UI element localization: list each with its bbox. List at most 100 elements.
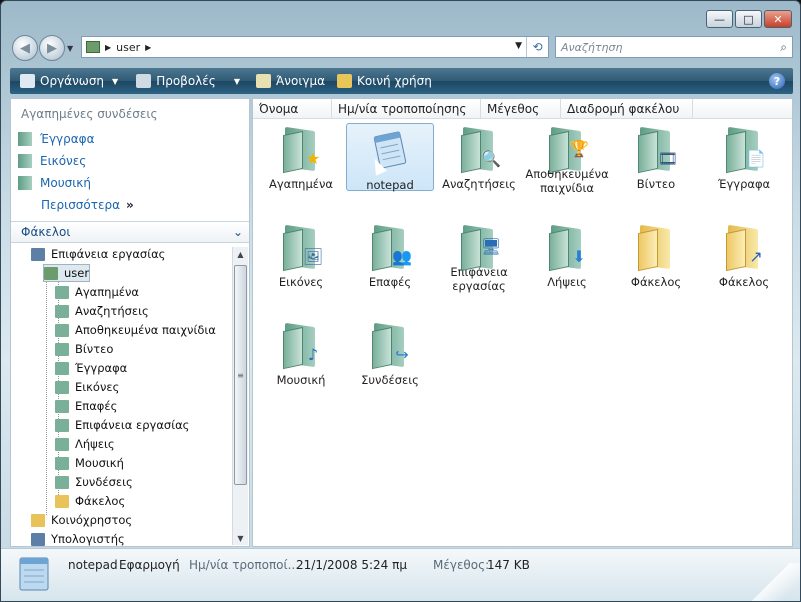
tree-item[interactable]: Αναζητήσεις: [55, 302, 149, 320]
column-size[interactable]: Μέγεθος: [481, 99, 561, 118]
breadcrumb-user[interactable]: user: [116, 41, 140, 54]
forward-button[interactable]: ▶: [39, 35, 65, 61]
share-button[interactable]: Κοινή χρήση: [337, 68, 432, 94]
tree-item[interactable]: Εικόνες: [55, 378, 119, 396]
chevron-down-icon[interactable]: ⌄: [233, 225, 243, 239]
search-icon[interactable]: ⌕: [780, 40, 787, 55]
tree-item[interactable]: Επαφές: [55, 397, 117, 415]
refresh-icon: ⟲: [532, 40, 543, 54]
music-folder-icon: ♪: [279, 322, 323, 370]
tree-item-label: Εικόνες: [75, 380, 120, 394]
file-item-label: notepad: [366, 178, 414, 192]
file-item[interactable]: 🔍 Αναζητήσεις: [435, 123, 523, 195]
search-box[interactable]: Αναζήτηση ⌕: [555, 36, 793, 58]
explorer-window: — □ ✕ ◀ ▶ ▼ ▶ user ▶ ▼ ⟲ Αναζήτηση ⌕ Οργ…: [0, 0, 801, 602]
address-dropdown-icon[interactable]: ▼: [515, 41, 522, 51]
maximize-button[interactable]: □: [735, 10, 762, 28]
badge-icon: 🏆: [569, 139, 589, 158]
back-button[interactable]: ◀: [12, 35, 38, 61]
file-item[interactable]: ★ Αγαπημένα: [257, 123, 345, 195]
help-icon: ?: [773, 74, 781, 88]
favorite-link-pictures[interactable]: Εικόνες: [18, 154, 86, 168]
tree-item[interactable]: Μουσική: [55, 454, 124, 472]
tree-item-label: Έγγραφα: [75, 361, 128, 375]
favorite-link-label: Μουσική: [40, 176, 91, 190]
back-arrow-icon: ◀: [20, 40, 30, 56]
tree-item[interactable]: Επιφάνεια εργασίας: [55, 416, 189, 434]
tree-item[interactable]: Φάκελος: [55, 492, 125, 510]
favorite-link-music[interactable]: Μουσική: [18, 176, 91, 190]
file-item[interactable]: 📄 Έγγραφα: [700, 123, 788, 195]
tree-item[interactable]: Λήψεις: [55, 435, 115, 453]
favorite-links-header: Αγαπημένες συνδέσεις: [21, 107, 158, 121]
resize-grip[interactable]: [740, 563, 800, 601]
desktop-folder-icon: 🖥: [457, 224, 501, 272]
more-links-label: Περισσότερα: [41, 198, 120, 212]
tree-item[interactable]: Επιφάνεια εργασίας: [31, 245, 165, 263]
tree-item[interactable]: Βίντεο: [55, 340, 113, 358]
more-links[interactable]: Περισσότερα »: [41, 198, 134, 212]
badge-icon: ↗: [749, 247, 763, 266]
help-button[interactable]: ?: [769, 73, 785, 89]
file-item[interactable]: Φάκελος: [612, 221, 700, 293]
tree-item[interactable]: Αποθηκευμένα παιχνίδια: [55, 321, 216, 339]
file-item[interactable]: 🏆 Αποθηκευμένα παιχνίδια: [523, 123, 611, 195]
tree-item[interactable]: user: [43, 264, 91, 282]
file-item-label: Μουσική: [276, 373, 326, 387]
double-chevron-icon: »: [125, 198, 134, 212]
file-item[interactable]: notepad: [346, 123, 434, 192]
breadcrumb-separator-icon[interactable]: ▶: [145, 43, 151, 52]
tree-item[interactable]: Συνδέσεις: [55, 473, 133, 491]
file-item[interactable]: ⬇ Λήψεις: [523, 221, 611, 293]
minimize-button[interactable]: —: [706, 10, 733, 28]
refresh-button[interactable]: ⟲: [526, 37, 548, 57]
tree-item-label: Κοινόχρηστος: [51, 513, 133, 527]
file-item[interactable]: 🖼 Εικόνες: [257, 221, 345, 293]
file-item[interactable]: 🎞 Βίντεο: [612, 123, 700, 195]
folder-tree-scrollbar[interactable]: ▲ ≡ ▼: [232, 247, 248, 545]
file-item-label: Επαφές: [368, 275, 412, 289]
close-button[interactable]: ✕: [764, 10, 792, 28]
favorite-link-documents[interactable]: Έγγραφα: [18, 132, 95, 146]
search-placeholder: Αναζήτηση: [561, 40, 623, 54]
open-button[interactable]: Άνοιγμα: [255, 68, 325, 94]
breadcrumb-separator-icon[interactable]: ▶: [105, 43, 111, 52]
links-folder-icon: [55, 475, 69, 489]
file-item-label: Βίντεο: [636, 177, 676, 191]
user-folder-icon: [44, 266, 58, 280]
file-item[interactable]: 🖥 Επιφάνεια εργασίας: [435, 221, 523, 293]
tree-item[interactable]: Κοινόχρηστος: [31, 511, 132, 529]
views-button[interactable]: Προβολές ▼: [136, 68, 240, 94]
file-item[interactable]: ↗ Φάκελος: [700, 221, 788, 293]
folder-icon: [634, 224, 678, 272]
recent-pages-dropdown[interactable]: ▼: [67, 44, 73, 53]
tree-item[interactable]: Υπολογιστής: [31, 530, 125, 546]
views-dropdown-icon: ▼: [233, 76, 240, 86]
links-folder-icon: ↪: [368, 322, 412, 370]
address-folder-icon: [86, 41, 100, 53]
file-item[interactable]: 👥 Επαφές: [346, 221, 434, 293]
column-name[interactable]: Όνομα: [253, 99, 332, 118]
videos-folder-icon: [55, 342, 69, 356]
scroll-up-icon[interactable]: ▲: [233, 247, 248, 261]
column-date-modified[interactable]: Ημ/νία τροποποίησης: [332, 99, 481, 118]
tree-item[interactable]: Έγγραφα: [55, 359, 127, 377]
tree-item-label: Υπολογιστής: [51, 532, 125, 546]
documents-icon: [18, 132, 32, 146]
address-bar[interactable]: ▶ user ▶ ▼ ⟲: [81, 36, 549, 58]
file-item[interactable]: ↪ Συνδέσεις: [346, 319, 434, 391]
badge-icon: ⬇: [572, 247, 586, 266]
scroll-down-icon[interactable]: ▼: [233, 531, 248, 545]
scroll-thumb[interactable]: ≡: [234, 265, 247, 485]
organize-button[interactable]: Οργάνωση ▼: [20, 68, 118, 94]
folders-header[interactable]: Φάκελοι ⌄: [11, 221, 249, 243]
file-list-view: Όνομα Ημ/νία τροποποίησης Μέγεθος Διαδρο…: [252, 98, 793, 547]
tree-item[interactable]: Αγαπημένα: [55, 283, 139, 301]
file-item[interactable]: ♪ Μουσική: [257, 319, 345, 391]
tree-line: [46, 265, 47, 515]
column-folder-path[interactable]: Διαδρομή φακέλου: [561, 99, 693, 118]
searches-folder-icon: 🔍: [457, 126, 501, 174]
downloads-folder-icon: ⬇: [545, 224, 589, 272]
file-item-label: Φάκελος: [718, 275, 770, 289]
badge-icon: 🔍: [481, 149, 501, 168]
